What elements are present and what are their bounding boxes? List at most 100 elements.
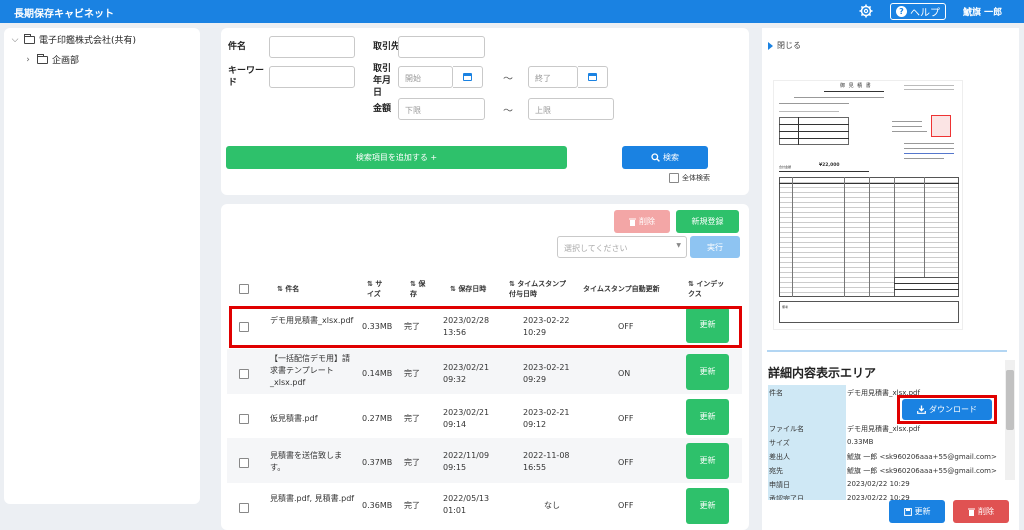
column-header-auto-update: タイムスタンプ自動更新 <box>583 285 660 293</box>
row-update-button[interactable]: 更新 <box>686 488 729 524</box>
chevron-right-icon[interactable]: › <box>23 55 33 65</box>
detail-scrollbar-thumb[interactable] <box>1006 370 1014 430</box>
row-status: 完了 <box>404 501 420 510</box>
column-header-size[interactable]: ⇅ サイズ <box>367 279 387 299</box>
row-status: 完了 <box>404 369 420 378</box>
delete-label: 削除 <box>978 507 994 516</box>
gear-icon[interactable] <box>859 4 873 18</box>
row-name[interactable]: 仮見積書.pdf <box>270 413 355 425</box>
date-start-input[interactable]: 開始 <box>398 66 453 88</box>
row-stamped: 2023-02-21 09:29 <box>523 363 570 384</box>
row-name[interactable]: 見積書を送信致します。 <box>270 450 355 474</box>
column-header-status[interactable]: ⇅ 保存 <box>410 279 430 299</box>
row-name[interactable]: 見積書.pdf, 見積書.pdf <box>270 493 355 505</box>
row-status: 完了 <box>404 458 420 467</box>
bulk-action-select-value: 選択してください <box>564 244 628 253</box>
chevron-down-icon[interactable]: ⌵ <box>10 35 20 45</box>
table-row[interactable]: 見積書.pdf, 見積書.pdf 0.36MB 完了 2022/05/13 01… <box>227 483 742 530</box>
tree-child-label: 企画部 <box>52 56 80 66</box>
column-header-saved[interactable]: ⇅ 保存日時 <box>450 284 486 294</box>
detail-key: ファイル名 <box>768 421 846 435</box>
execute-button[interactable]: 実行 <box>690 236 740 258</box>
row-size: 0.36MB <box>362 501 393 510</box>
add-criteria-button[interactable]: 検索項目を追加する + <box>226 146 567 169</box>
row-saved: 2023/02/21 09:32 <box>443 363 490 384</box>
table-row[interactable]: 見積書を送信致します。 0.37MB 完了 2022/11/09 09:15 2… <box>227 438 742 488</box>
row-update-button[interactable]: 更新 <box>686 354 729 390</box>
row-update-button[interactable]: 更新 <box>686 399 729 435</box>
tree-root-label: 電子印鑑株式会社(共有) <box>39 36 137 46</box>
column-header-index[interactable]: ⇅ インデックス <box>688 279 730 299</box>
row-stamped: 2022-11-08 16:55 <box>523 451 570 472</box>
row-auto-update: OFF <box>618 414 634 423</box>
row-size: 0.14MB <box>362 369 393 378</box>
date-end-calendar-button[interactable] <box>578 66 608 88</box>
detail-key: 宛先 <box>768 463 846 477</box>
keyword-label: キーワード <box>228 66 265 88</box>
full-search-option[interactable]: 全体検索 <box>669 173 710 183</box>
row-checkbox[interactable] <box>239 369 249 379</box>
name-label: 件名 <box>228 42 247 52</box>
detail-key: 差出人 <box>768 449 846 463</box>
row-name[interactable]: 【一括配信デモ用】請求書テンプレート_xlsx.pdf <box>270 353 355 389</box>
full-search-checkbox[interactable] <box>669 173 679 183</box>
update-button[interactable]: 更新 <box>889 500 945 523</box>
row-status: 完了 <box>404 414 420 423</box>
detail-key: 承認完了日 <box>768 491 846 500</box>
new-register-button[interactable]: 新規登録 <box>676 210 739 233</box>
row-saved: 2022/05/13 01:01 <box>443 494 490 515</box>
caret-right-icon <box>768 41 773 50</box>
question-icon: ? <box>896 6 907 17</box>
download-highlight <box>897 395 997 424</box>
name-input[interactable] <box>269 36 355 58</box>
bulk-delete-button[interactable]: 削除 <box>614 210 670 233</box>
keyword-input[interactable] <box>269 66 355 88</box>
document-preview: 御 見 積 書 合計金額 ¥22,000 備考 <box>773 80 963 330</box>
select-all-checkbox[interactable] <box>239 284 249 294</box>
row-saved: 2022/11/09 09:15 <box>443 451 490 472</box>
row-auto-update: ON <box>618 369 631 378</box>
column-header-name[interactable]: ⇅ 件名 <box>277 284 299 294</box>
user-name[interactable]: 鯱旗 一郎 <box>963 5 1002 18</box>
detail-key: 申請日 <box>768 477 846 491</box>
row-stamped: 2023-02-21 09:12 <box>523 408 570 429</box>
trash-icon <box>968 508 975 516</box>
tree-root[interactable]: ⌵ 電子印鑑株式会社(共有) <box>10 33 136 46</box>
folder-sidebar: ⌵ 電子印鑑株式会社(共有) › 企画部 <box>4 28 200 504</box>
tree-child[interactable]: › 企画部 <box>23 53 79 66</box>
bulk-delete-label: 削除 <box>639 217 655 226</box>
delete-button[interactable]: 削除 <box>953 500 1009 523</box>
amount-min-input[interactable]: 下限 <box>398 98 485 120</box>
row-update-button[interactable]: 更新 <box>686 443 729 479</box>
folder-icon <box>37 53 48 64</box>
close-preview-button[interactable]: 閉じる <box>768 40 801 51</box>
client-input[interactable] <box>398 36 485 58</box>
row-auto-update: OFF <box>618 501 634 510</box>
chevron-down-icon: ▼ <box>676 242 681 249</box>
date-label: 取引年月日 <box>373 64 392 98</box>
row-checkbox[interactable] <box>239 458 249 468</box>
row-saved: 2023/02/21 09:14 <box>443 408 490 429</box>
seal-stamp-image <box>931 115 951 137</box>
search-icon <box>651 153 660 162</box>
update-label: 更新 <box>914 507 931 516</box>
table-row[interactable]: 仮見積書.pdf 0.27MB 完了 2023/02/21 09:14 2023… <box>227 394 742 444</box>
table-row[interactable]: 【一括配信デモ用】請求書テンプレート_xlsx.pdf 0.14MB 完了 20… <box>227 349 742 399</box>
row-stamped: なし <box>544 501 560 510</box>
row-checkbox[interactable] <box>239 503 249 513</box>
column-header-stamped[interactable]: ⇅ タイムスタンプ付与日時 <box>509 279 571 299</box>
top-bar: 長期保存キャビネット ? ヘルプ 鯱旗 一郎 <box>0 0 1024 23</box>
calendar-icon <box>588 73 597 81</box>
row-highlight <box>229 306 742 348</box>
document-title: 御 見 積 書 <box>840 83 872 89</box>
date-end-input[interactable]: 終了 <box>528 66 578 88</box>
calendar-icon <box>463 73 472 81</box>
divider <box>767 350 1007 352</box>
amount-max-input[interactable]: 上限 <box>528 98 614 120</box>
search-button[interactable]: 検索 <box>622 146 708 169</box>
date-start-calendar-button[interactable] <box>453 66 483 88</box>
detail-area-title: 詳細内容表示エリア <box>768 366 877 380</box>
bulk-action-select[interactable]: 選択してください ▼ <box>557 236 687 258</box>
help-button[interactable]: ? ヘルプ <box>890 3 946 20</box>
row-checkbox[interactable] <box>239 414 249 424</box>
